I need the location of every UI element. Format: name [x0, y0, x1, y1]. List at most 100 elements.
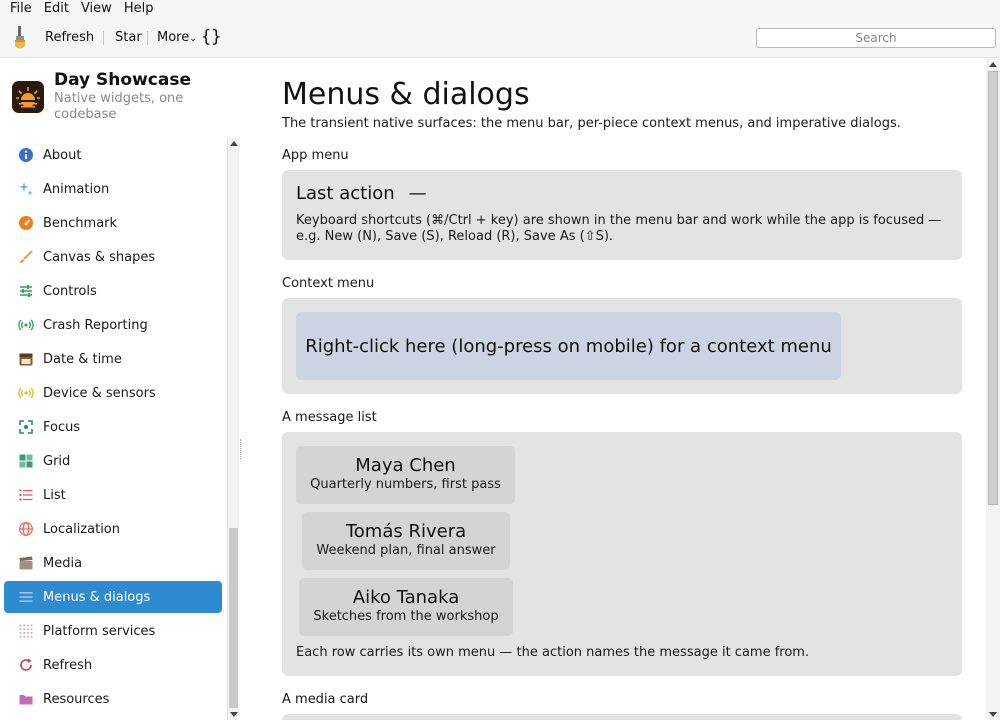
- sidebar-item-date-time[interactable]: Date & time: [4, 343, 222, 375]
- context-menu-target[interactable]: Right-click here (long-press on mobile) …: [296, 312, 841, 380]
- scrollbar-thumb[interactable]: [988, 71, 998, 505]
- sidebar-item-label: Canvas & shapes: [43, 249, 156, 265]
- sidebar-item-label: Controls: [43, 283, 97, 299]
- sidebar-item-label: List: [43, 487, 66, 503]
- sunset-logo-icon: [12, 81, 44, 113]
- sidebar-item-label: Crash Reporting: [43, 317, 148, 333]
- refresh-icon: [18, 657, 34, 673]
- sidebar-item-label: Platform services: [43, 623, 156, 639]
- scrollbar-thumb[interactable]: [229, 528, 238, 708]
- message-subject: Quarterly numbers, first pass: [310, 477, 501, 492]
- app-menu-card: Last action — Keyboard shortcuts (⌘/Ctrl …: [282, 170, 962, 260]
- sidebar-scrollbar[interactable]: [227, 138, 239, 720]
- last-action-label: Last action: [296, 183, 395, 204]
- sidebar-item-menus-dialogs[interactable]: Menus & dialogs: [4, 581, 222, 613]
- sidebar-item-label: Device & sensors: [43, 385, 156, 401]
- app-subtitle: Native widgets, one codebase: [54, 91, 184, 122]
- message-list-heading: A message list: [282, 410, 377, 425]
- message-row[interactable]: Maya Chen Quarterly numbers, first pass: [296, 446, 515, 504]
- sidebar-item-focus[interactable]: Focus: [4, 411, 222, 443]
- last-action-value: —: [408, 183, 427, 204]
- scroll-down-icon[interactable]: [230, 712, 238, 717]
- shortcut-description: Keyboard shortcuts (⌘/Ctrl + key) are sh…: [296, 213, 942, 244]
- main-scrollbar[interactable]: [986, 59, 1000, 720]
- sidebar-item-label: Menus & dialogs: [43, 589, 151, 605]
- calendar-icon: [18, 351, 34, 367]
- more-button[interactable]: More⌄: [157, 30, 197, 45]
- media-card: [282, 714, 962, 720]
- sidebar-item-label: Benchmark: [43, 215, 118, 231]
- sidebar-item-benchmark[interactable]: Benchmark: [4, 207, 222, 239]
- sensor-icon: [18, 385, 34, 401]
- menu-edit[interactable]: Edit: [38, 0, 75, 18]
- sidebar-item-about[interactable]: About: [4, 139, 222, 171]
- sidebar-item-list[interactable]: List: [4, 479, 222, 511]
- scroll-down-icon[interactable]: [989, 712, 997, 717]
- sidebar-item-resources[interactable]: Resources: [4, 683, 222, 715]
- sidebar-item-platform-services[interactable]: Platform services: [4, 615, 222, 647]
- app-menu-heading: App menu: [282, 148, 349, 163]
- dots-grid-icon: [18, 623, 34, 639]
- message-list-card: Maya Chen Quarterly numbers, first pass …: [282, 432, 962, 676]
- focus-icon: [18, 419, 34, 435]
- broadcast-icon: [18, 317, 34, 333]
- message-sender: Aiko Tanaka: [352, 587, 460, 608]
- menu-icon: [18, 589, 34, 605]
- sliders-icon: [18, 283, 34, 299]
- folder-icon: [18, 691, 34, 707]
- scroll-up-icon[interactable]: [989, 62, 997, 67]
- sidebar-item-label: Animation: [43, 181, 110, 197]
- message-row[interactable]: Tomás Rivera Weekend plan, final answer: [302, 512, 510, 570]
- search-input[interactable]: [756, 28, 996, 48]
- last-action: Last action —: [296, 183, 427, 204]
- menu-bar: File Edit View Help: [0, 0, 1000, 18]
- refresh-button[interactable]: Refresh: [45, 30, 94, 45]
- page-title: Menus & dialogs: [282, 77, 530, 112]
- sidebar-item-label: Localization: [43, 521, 120, 537]
- grid-icon: [18, 453, 34, 469]
- info-icon: [18, 147, 34, 163]
- star-button[interactable]: Star: [115, 30, 142, 45]
- clapper-icon: [18, 555, 34, 571]
- sidebar-item-media[interactable]: Media: [4, 547, 222, 579]
- toolbar: Refresh Star More⌄ {}: [0, 18, 1000, 58]
- menu-view[interactable]: View: [75, 0, 118, 18]
- main-content: Menus & dialogs The transient native sur…: [243, 59, 985, 720]
- sidebar-item-refresh[interactable]: Refresh: [4, 649, 222, 681]
- speedometer-icon: [18, 215, 34, 231]
- menu-help[interactable]: Help: [118, 0, 160, 18]
- chevron-down-icon: ⌄: [189, 34, 197, 44]
- sidebar-item-device-sensors[interactable]: Device & sensors: [4, 377, 222, 409]
- braces-button[interactable]: {}: [201, 27, 221, 47]
- toolbar-separator: [103, 31, 104, 45]
- media-card-heading: A media card: [282, 692, 369, 707]
- scroll-up-icon[interactable]: [230, 141, 238, 146]
- paintbrush-icon[interactable]: [12, 26, 28, 50]
- sidebar: Day Showcase Native widgets, one codebas…: [0, 59, 242, 720]
- globe-icon: [18, 521, 34, 537]
- message-sender: Maya Chen: [355, 455, 456, 476]
- message-row[interactable]: Aiko Tanaka Sketches from the workshop: [299, 578, 513, 636]
- sidebar-item-controls[interactable]: Controls: [4, 275, 222, 307]
- menu-file[interactable]: File: [4, 0, 38, 18]
- sparkle-icon: [18, 181, 34, 197]
- context-menu-heading: Context menu: [282, 276, 375, 291]
- context-menu-card: Right-click here (long-press on mobile) …: [282, 298, 962, 394]
- message-subject: Sketches from the workshop: [313, 609, 499, 624]
- sidebar-nav: About Animation Benchmark Canvas & shapes Co…: [0, 138, 226, 720]
- page-description: The transient native surfaces: the menu …: [282, 116, 901, 131]
- sidebar-item-label: Date & time: [43, 351, 122, 367]
- sidebar-item-crash-reporting[interactable]: Crash Reporting: [4, 309, 222, 341]
- message-subject: Weekend plan, final answer: [316, 543, 496, 558]
- sidebar-item-canvas-shapes[interactable]: Canvas & shapes: [4, 241, 222, 273]
- more-label: More: [157, 30, 190, 45]
- sidebar-item-animation[interactable]: Animation: [4, 173, 222, 205]
- sidebar-item-localization[interactable]: Localization: [4, 513, 222, 545]
- sidebar-item-label: Grid: [43, 453, 71, 469]
- sidebar-item-label: Refresh: [43, 657, 93, 673]
- message-sender: Tomás Rivera: [345, 521, 467, 542]
- sidebar-item-label: About: [43, 147, 82, 163]
- sidebar-item-label: Media: [43, 555, 83, 571]
- sidebar-item-grid[interactable]: Grid: [4, 445, 222, 477]
- sidebar-item-label: Resources: [43, 691, 110, 707]
